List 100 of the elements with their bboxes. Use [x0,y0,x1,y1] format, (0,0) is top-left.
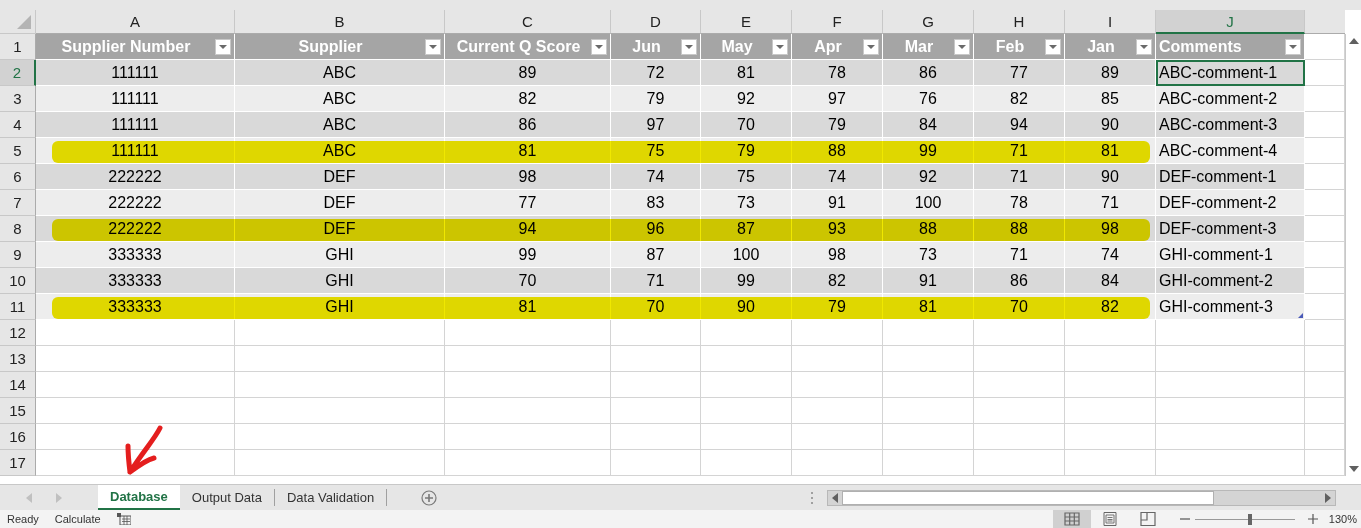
scroll-right-icon[interactable] [1325,492,1332,503]
zoom-level-text: 130% [1328,513,1357,525]
row-header[interactable]: 10 [0,268,36,294]
row-header[interactable]: 16 [0,424,36,450]
row-header[interactable]: 4 [0,112,36,138]
table-cell: 82 [974,86,1065,112]
table-cell: GHI [235,242,445,268]
sheet-tab[interactable]: Output Data [179,489,275,506]
table-cell: 71 [974,242,1065,268]
row-header[interactable]: 13 [0,346,36,372]
row-header[interactable]: 7 [0,190,36,216]
heading-text: Supplier [298,37,363,56]
heading-text: May [721,37,753,56]
heading-text: Comments [1159,37,1242,56]
page-break-icon [1139,512,1156,526]
row-header[interactable]: 1 [0,34,36,60]
table-cell: 83 [611,190,701,216]
filter-button[interactable] [1285,39,1301,55]
sheet-tab[interactable]: Database [98,485,180,510]
scroll-down-icon[interactable] [1348,466,1359,472]
table-cell: GHI-comment-2 [1156,268,1305,294]
caret-icon [958,45,966,49]
filter-button[interactable] [591,39,607,55]
filter-button[interactable] [954,39,970,55]
table-cell: DEF [235,190,445,216]
row-header[interactable]: 8 [0,216,36,242]
table-cell: 222222 [36,190,235,216]
zoom-slider[interactable] [1194,513,1295,525]
row-header[interactable]: 14 [0,372,36,398]
heading-text: Current Q Score [456,37,581,56]
splitter-icon[interactable] [811,491,814,504]
table-cell: DEF-comment-2 [1156,190,1305,216]
table-cell: 100 [883,190,974,216]
table-cell: 94 [974,112,1065,138]
caret-icon [1049,45,1057,49]
table-cell: 77 [445,190,611,216]
scroll-up-icon[interactable] [1348,38,1359,44]
macro-record-icon[interactable] [116,513,131,525]
previous-sheet-icon[interactable] [26,492,32,503]
table-cell: 74 [611,164,701,190]
table-cell: ABC-comment-2 [1156,86,1305,112]
table-cell: 89 [1065,60,1156,86]
table-cell: DEF-comment-1 [1156,164,1305,190]
next-sheet-icon[interactable] [56,492,62,503]
resize-handle-icon[interactable] [1298,313,1303,318]
filter-button[interactable] [215,39,231,55]
filter-button[interactable] [1045,39,1061,55]
table-cell: 90 [1065,164,1156,190]
status-text: Ready [7,513,39,525]
row-header[interactable]: 15 [0,398,36,424]
column-header[interactable]: J [1156,10,1305,34]
heading-text: Apr [814,37,842,56]
table-cell: 98 [792,242,883,268]
row-header[interactable]: 2 [0,60,36,86]
row-header[interactable]: 12 [0,320,36,346]
table-cell: 79 [792,112,883,138]
table-cell: GHI [235,268,445,294]
scroll-left-icon[interactable] [832,492,839,503]
table-cell: 86 [883,60,974,86]
table-cell: 84 [1065,268,1156,294]
row-header[interactable]: 5 [0,138,36,164]
table-cell: 111111 [36,112,235,138]
row-header[interactable]: 6 [0,164,36,190]
view-button[interactable] [1052,510,1091,528]
filter-button[interactable] [1136,39,1152,55]
caret-icon [1140,45,1148,49]
row-header[interactable]: 11 [0,294,36,320]
filter-button[interactable] [772,39,788,55]
filter-button[interactable] [681,39,697,55]
table-cell: 72 [611,60,701,86]
table-cell: GHI-comment-1 [1156,242,1305,268]
table-cell: 91 [883,268,974,294]
table-cell: 333333 [36,268,235,294]
filter-button[interactable] [425,39,441,55]
sheet-tab[interactable]: Data Validation [274,489,388,506]
table-cell: GHI-comment-3 [1156,294,1305,320]
select-all-icon[interactable] [17,15,31,29]
table-cell: DEF-comment-3 [1156,216,1305,242]
table-cell: 222222 [36,164,235,190]
table-cell: 74 [1065,242,1156,268]
slider-thumb[interactable] [1247,514,1252,525]
row-header[interactable]: 3 [0,86,36,112]
table-cell: ABC-comment-4 [1156,138,1305,164]
table-cell: 86 [445,112,611,138]
table-cell: 70 [701,112,792,138]
table-cell: 100 [701,242,792,268]
caret-icon [776,45,784,49]
table-cell: 92 [883,164,974,190]
table-cell: 91 [792,190,883,216]
table-cell: 97 [611,112,701,138]
table-cell: 82 [445,86,611,112]
add-sheet-icon[interactable] [421,489,438,506]
table-cell: 86 [974,268,1065,294]
table-cell: DEF [235,164,445,190]
table-cell: 89 [445,60,611,86]
row-header[interactable]: 9 [0,242,36,268]
row-header[interactable]: 17 [0,450,36,476]
filter-button[interactable] [863,39,879,55]
table-cell: 99 [701,268,792,294]
table-cell: 75 [701,164,792,190]
